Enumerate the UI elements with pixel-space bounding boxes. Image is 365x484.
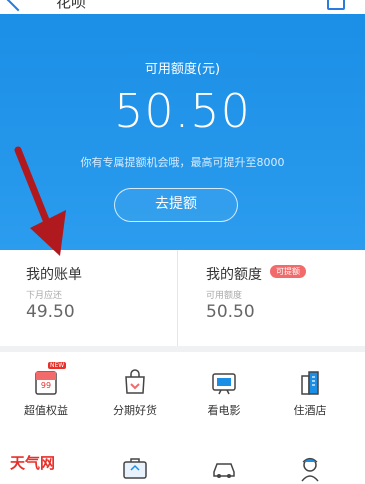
top-nav-bar: 花呗 — [0, 0, 365, 14]
my-bill-card[interactable]: 我的账单 下月应还 49.50 — [0, 250, 175, 346]
suitcase-icon — [123, 458, 147, 479]
my-quota-title: 我的额度 — [206, 267, 262, 283]
menu-icon[interactable] — [327, 0, 345, 10]
my-bill-title: 我的账单 — [26, 267, 82, 283]
my-quota-amount: 50.50 — [206, 302, 255, 322]
available-credit-amount: 50.50 — [114, 84, 251, 138]
grid-item-benefits[interactable]: 99 NEW 超值权益 — [6, 352, 86, 432]
grid-item-person[interactable] — [270, 444, 350, 484]
grid-item-travel[interactable] — [95, 444, 175, 484]
nav-title: 花呗 — [56, 0, 87, 11]
credit-increase-hint: 你有专属提额机会哦，最高可提升至8000 — [80, 156, 285, 169]
grid-label-installment-goods: 分期好货 — [113, 404, 157, 417]
grid-label-movies: 看电影 — [207, 404, 241, 417]
hotel-icon — [301, 371, 319, 395]
increase-credit-button[interactable]: 去提额 — [114, 188, 238, 222]
watermark-logo: 天气网 — [10, 454, 56, 472]
credit-hero-panel: 可用额度(元) 50.50 你有专属提额机会哦，最高可提升至8000 去提额 — [0, 14, 365, 250]
grid-label-benefits: 超值权益 — [24, 404, 68, 417]
my-quota-subtitle: 可用额度 — [206, 291, 243, 301]
my-bill-amount: 49.50 — [26, 302, 75, 322]
svg-text:99: 99 — [41, 381, 51, 390]
summary-cards: 我的账单 下月应还 49.50 我的额度 可提额 可用额度 50.50 — [0, 250, 365, 346]
grid-item-installment-goods[interactable]: 分期好货 — [95, 352, 175, 432]
car-icon — [213, 463, 235, 478]
my-bill-subtitle: 下月应还 — [26, 291, 63, 301]
grid-item-car[interactable] — [184, 444, 264, 484]
shopping-bag-icon — [125, 369, 145, 394]
gift-tag-icon: 99 — [35, 371, 57, 395]
my-quota-card[interactable]: 我的额度 可提额 可用额度 50.50 — [177, 250, 353, 346]
movie-icon — [212, 373, 236, 395]
grid-label-hotels: 住酒店 — [293, 404, 327, 417]
back-arrow-icon[interactable] — [6, 0, 30, 12]
grid-item-movies[interactable]: 看电影 — [184, 352, 264, 432]
quota-badge: 可提额 — [270, 265, 306, 278]
person-icon — [301, 457, 319, 482]
new-tag: NEW — [48, 362, 67, 369]
available-credit-label: 可用额度(元) — [144, 62, 221, 77]
grid-item-hotels[interactable]: 住酒店 — [270, 352, 350, 432]
